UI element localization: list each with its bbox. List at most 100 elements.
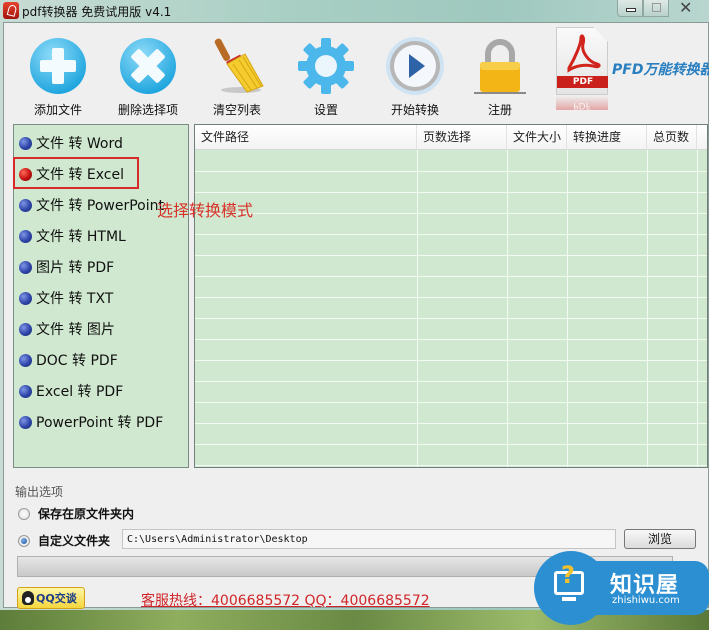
mode-label: 文件 转 Excel <box>36 167 124 183</box>
table-row-divider <box>195 423 707 424</box>
broom-icon <box>214 38 264 93</box>
column-header-total-pages[interactable]: 总页数 <box>647 125 697 150</box>
radio-bullet-icon <box>19 198 32 212</box>
radio-bullet-selected-icon <box>19 167 32 181</box>
window-title: pdf转换器 免费试用版 v4.1 <box>22 5 172 19</box>
save-in-original-folder-option[interactable]: 保存在原文件夹内 <box>18 505 134 522</box>
table-row-divider <box>195 171 707 172</box>
mode-label: Excel 转 PDF <box>36 384 124 400</box>
radio-bullet-icon <box>19 291 32 305</box>
settings-button[interactable]: 设置 <box>286 31 366 117</box>
app-window: pdf转换器 免费试用版 v4.1 ✕ 添加文件 删除选择项 清空列表 设置 开… <box>0 0 709 630</box>
mode-item-word[interactable]: 文件 转 Word <box>19 131 123 155</box>
table-row-divider <box>195 276 707 277</box>
question-mark-icon: ? <box>561 561 575 589</box>
pdf-document-icon: PDF <box>556 27 608 95</box>
add-file-button[interactable]: 添加文件 <box>18 31 98 117</box>
output-options-label: 输出选项 <box>15 485 64 499</box>
plus-circle-icon <box>30 38 86 94</box>
minimize-icon <box>626 8 636 12</box>
close-icon: ✕ <box>679 0 693 17</box>
table-row-divider <box>195 297 707 298</box>
add-file-label: 添加文件 <box>33 103 82 117</box>
support-hotline-link[interactable]: 客服热线：4006685572 QQ：4006685572 <box>141 590 430 610</box>
radio-checked[interactable] <box>18 534 30 547</box>
column-header-file-path[interactable]: 文件路径 <box>195 125 417 150</box>
column-header-page-selection[interactable]: 页数选择 <box>417 125 507 150</box>
table-header: 文件路径 页数选择 文件大小 转换进度 总页数 <box>195 125 707 150</box>
mode-item-image[interactable]: 文件 转 图片 <box>19 317 115 341</box>
output-folder-path-input[interactable] <box>122 529 616 549</box>
table-row-divider <box>195 339 707 340</box>
radio-unchecked[interactable] <box>18 507 30 520</box>
monitor-stand-icon <box>562 597 576 601</box>
mode-label: 文件 转 Word <box>36 136 123 152</box>
table-row-divider <box>195 465 707 466</box>
toolbar: 添加文件 删除选择项 清空列表 设置 开始转换 注册 PDF PDF PFD万能… <box>4 23 709 120</box>
mode-item-excel-to-pdf[interactable]: Excel 转 PDF <box>19 379 123 403</box>
app-pdf-icon <box>3 2 19 19</box>
radio-bullet-icon <box>19 260 32 274</box>
mode-item-doc-to-pdf[interactable]: DOC 转 PDF <box>19 348 118 372</box>
mode-label: 图片 转 PDF <box>36 260 115 276</box>
x-circle-icon <box>120 38 176 94</box>
qq-chat-button[interactable]: QQ交谈 <box>17 587 85 609</box>
mode-item-image-to-pdf[interactable]: 图片 转 PDF <box>19 255 114 279</box>
custom-folder-option[interactable]: 自定义文件夹 <box>18 532 110 549</box>
qq-chat-label: QQ交谈 <box>36 592 77 605</box>
column-header-file-size[interactable]: 文件大小 <box>507 125 567 150</box>
mode-item-html[interactable]: 文件 转 HTML <box>19 224 126 248</box>
radio-bullet-icon <box>19 229 32 243</box>
maximize-button[interactable] <box>643 0 669 17</box>
start-convert-label: 开始转换 <box>390 103 439 117</box>
pdf-badge: PDF <box>557 76 608 88</box>
main-client-area: 添加文件 删除选择项 清空列表 设置 开始转换 注册 PDF PDF PFD万能… <box>3 22 709 610</box>
title-bar[interactable]: pdf转换器 免费试用版 v4.1 ✕ <box>0 0 709 22</box>
mode-item-powerpoint[interactable]: 文件 转 PowerPoint <box>19 193 164 217</box>
delete-selected-label: 删除选择项 <box>117 103 178 117</box>
table-row-divider <box>195 192 707 193</box>
mode-item-txt[interactable]: 文件 转 TXT <box>19 286 113 310</box>
lock-icon <box>474 39 526 94</box>
register-button[interactable]: 注册 <box>460 31 540 117</box>
qq-penguin-icon <box>22 591 34 605</box>
annotation-text: 选择转换模式 <box>157 201 254 220</box>
table-row-divider <box>195 360 707 361</box>
clear-list-button[interactable]: 清空列表 <box>197 31 277 117</box>
table-column-divider <box>647 150 648 467</box>
table-column-divider <box>507 150 508 467</box>
watermark-subtitle: zhishiwu.com <box>612 595 680 606</box>
brand-logo: PDF PDF PFD万能转换器 <box>556 27 709 122</box>
option-label: 自定义文件夹 <box>38 534 111 548</box>
table-row-divider <box>195 444 707 445</box>
minimize-button[interactable] <box>617 0 643 17</box>
radio-bullet-icon <box>19 384 32 398</box>
conversion-mode-list: 文件 转 Word 文件 转 Excel 文件 转 PowerPoint 文件 … <box>13 124 189 468</box>
table-column-divider <box>697 150 698 467</box>
table-column-divider <box>417 150 418 467</box>
pdf-reflection: PDF <box>556 96 608 110</box>
zhishiwu-watermark: ? 知识屋 zhishiwu.com <box>532 551 709 625</box>
mode-label: 文件 转 图片 <box>36 322 115 338</box>
file-list-table[interactable]: 文件路径 页数选择 文件大小 转换进度 总页数 <box>194 124 708 468</box>
mode-label: 文件 转 PowerPoint <box>36 198 164 214</box>
table-row-divider <box>195 213 707 214</box>
mode-label: 文件 转 TXT <box>36 291 114 307</box>
mode-item-excel[interactable]: 文件 转 Excel <box>19 162 124 186</box>
column-header-progress[interactable]: 转换进度 <box>567 125 647 150</box>
radio-bullet-icon <box>19 353 32 367</box>
radio-bullet-icon <box>19 322 32 336</box>
start-convert-button[interactable]: 开始转换 <box>375 31 455 117</box>
mode-label: 文件 转 HTML <box>36 229 126 245</box>
radio-bullet-icon <box>19 136 32 150</box>
mode-label: DOC 转 PDF <box>36 353 118 369</box>
register-label: 注册 <box>487 103 512 117</box>
delete-selected-button[interactable]: 删除选择项 <box>108 31 188 117</box>
maximize-icon <box>652 3 661 12</box>
mode-item-ppt-to-pdf[interactable]: PowerPoint 转 PDF <box>19 410 163 434</box>
browse-button[interactable]: 浏览 <box>624 529 696 549</box>
clear-list-label: 清空列表 <box>212 103 261 117</box>
table-column-divider <box>567 150 568 467</box>
close-button[interactable]: ✕ <box>669 0 709 17</box>
brand-name: PFD万能转换器 <box>612 62 709 78</box>
